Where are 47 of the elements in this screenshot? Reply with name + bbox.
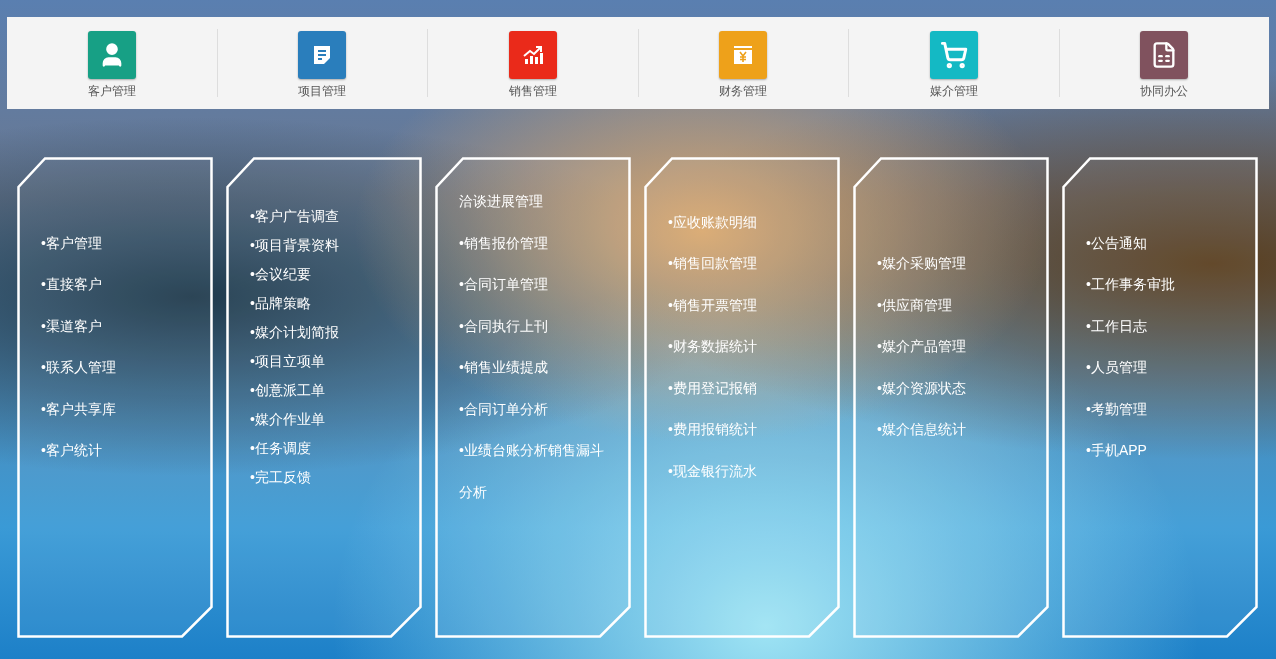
menu-link[interactable]: •工作事务审批 bbox=[1086, 264, 1236, 306]
menu-link[interactable]: •应收账款明细 bbox=[668, 201, 818, 244]
menu-link[interactable]: •财务数据统计 bbox=[668, 326, 818, 368]
menu-link[interactable]: •媒介计划简报 bbox=[250, 318, 400, 347]
menu-link[interactable]: •创意派工单 bbox=[250, 376, 400, 405]
menu-link[interactable]: •直接客户 bbox=[41, 264, 191, 306]
menu-link[interactable]: •媒介作业单 bbox=[250, 405, 400, 434]
menu-link[interactable]: •会议纪要 bbox=[250, 260, 400, 289]
menu-link[interactable]: •合同订单管理 bbox=[459, 264, 609, 306]
menu-link[interactable]: •费用报销统计 bbox=[668, 409, 818, 451]
module-button[interactable]: 项目管理 bbox=[217, 29, 427, 97]
menu-link[interactable]: •业绩台账分析销售漏斗分析 bbox=[459, 430, 609, 513]
menu-link[interactable]: •媒介信息统计 bbox=[877, 409, 1027, 451]
menu-link[interactable]: •公告通知 bbox=[1086, 222, 1236, 264]
menu-link[interactable]: •考勤管理 bbox=[1086, 388, 1236, 430]
menu-link[interactable]: •合同执行上刊 bbox=[459, 305, 609, 347]
menu-link[interactable]: •媒介产品管理 bbox=[877, 326, 1027, 368]
menu-link[interactable]: •销售回款管理 bbox=[668, 243, 818, 285]
menu-link[interactable]: •媒介采购管理 bbox=[877, 243, 1027, 285]
menu-link[interactable]: •费用登记报销 bbox=[668, 367, 818, 410]
menu-link[interactable]: •客户管理 bbox=[41, 222, 191, 264]
menu-link[interactable]: •销售开票管理 bbox=[668, 284, 818, 327]
menu-link[interactable]: •手机APP bbox=[1086, 430, 1236, 472]
menu-link[interactable]: •客户广告调查 bbox=[250, 202, 400, 231]
menu-link[interactable]: •项目立项单 bbox=[250, 347, 400, 376]
cart-icon bbox=[939, 41, 968, 69]
module-button[interactable]: 财务管理 bbox=[638, 29, 848, 97]
menu-link[interactable]: •完工反馈 bbox=[250, 463, 400, 492]
menu-link[interactable]: •供应商管理 bbox=[877, 284, 1027, 327]
menu-link[interactable]: •任务调度 bbox=[250, 434, 400, 463]
menu-link[interactable]: •人员管理 bbox=[1086, 347, 1236, 389]
menu-link[interactable]: •客户统计 bbox=[41, 430, 191, 472]
menu-link[interactable]: •项目背景资料 bbox=[250, 231, 400, 260]
module-button[interactable]: 客户管理 bbox=[7, 29, 217, 97]
menu-link[interactable]: •合同订单分析 bbox=[459, 388, 609, 430]
module-button[interactable]: 销售管理 bbox=[428, 29, 638, 97]
menu-link[interactable]: •销售业绩提成 bbox=[459, 347, 609, 389]
menu-link[interactable]: •渠道客户 bbox=[41, 305, 191, 347]
menu-link[interactable]: •媒介资源状态 bbox=[877, 367, 1027, 410]
menu-link[interactable]: •客户共享库 bbox=[41, 388, 191, 430]
module-button[interactable]: 协同办公 bbox=[1059, 29, 1269, 97]
menu-link[interactable]: •品牌策略 bbox=[250, 289, 400, 318]
menu-link[interactable]: 洽谈进展管理 bbox=[459, 181, 609, 223]
module-button[interactable]: 媒介管理 bbox=[849, 29, 1059, 97]
menu-link[interactable]: •工作日志 bbox=[1086, 305, 1236, 347]
menu-link[interactable]: •销售报价管理 bbox=[459, 222, 609, 264]
menu-link[interactable]: •联系人管理 bbox=[41, 347, 191, 389]
